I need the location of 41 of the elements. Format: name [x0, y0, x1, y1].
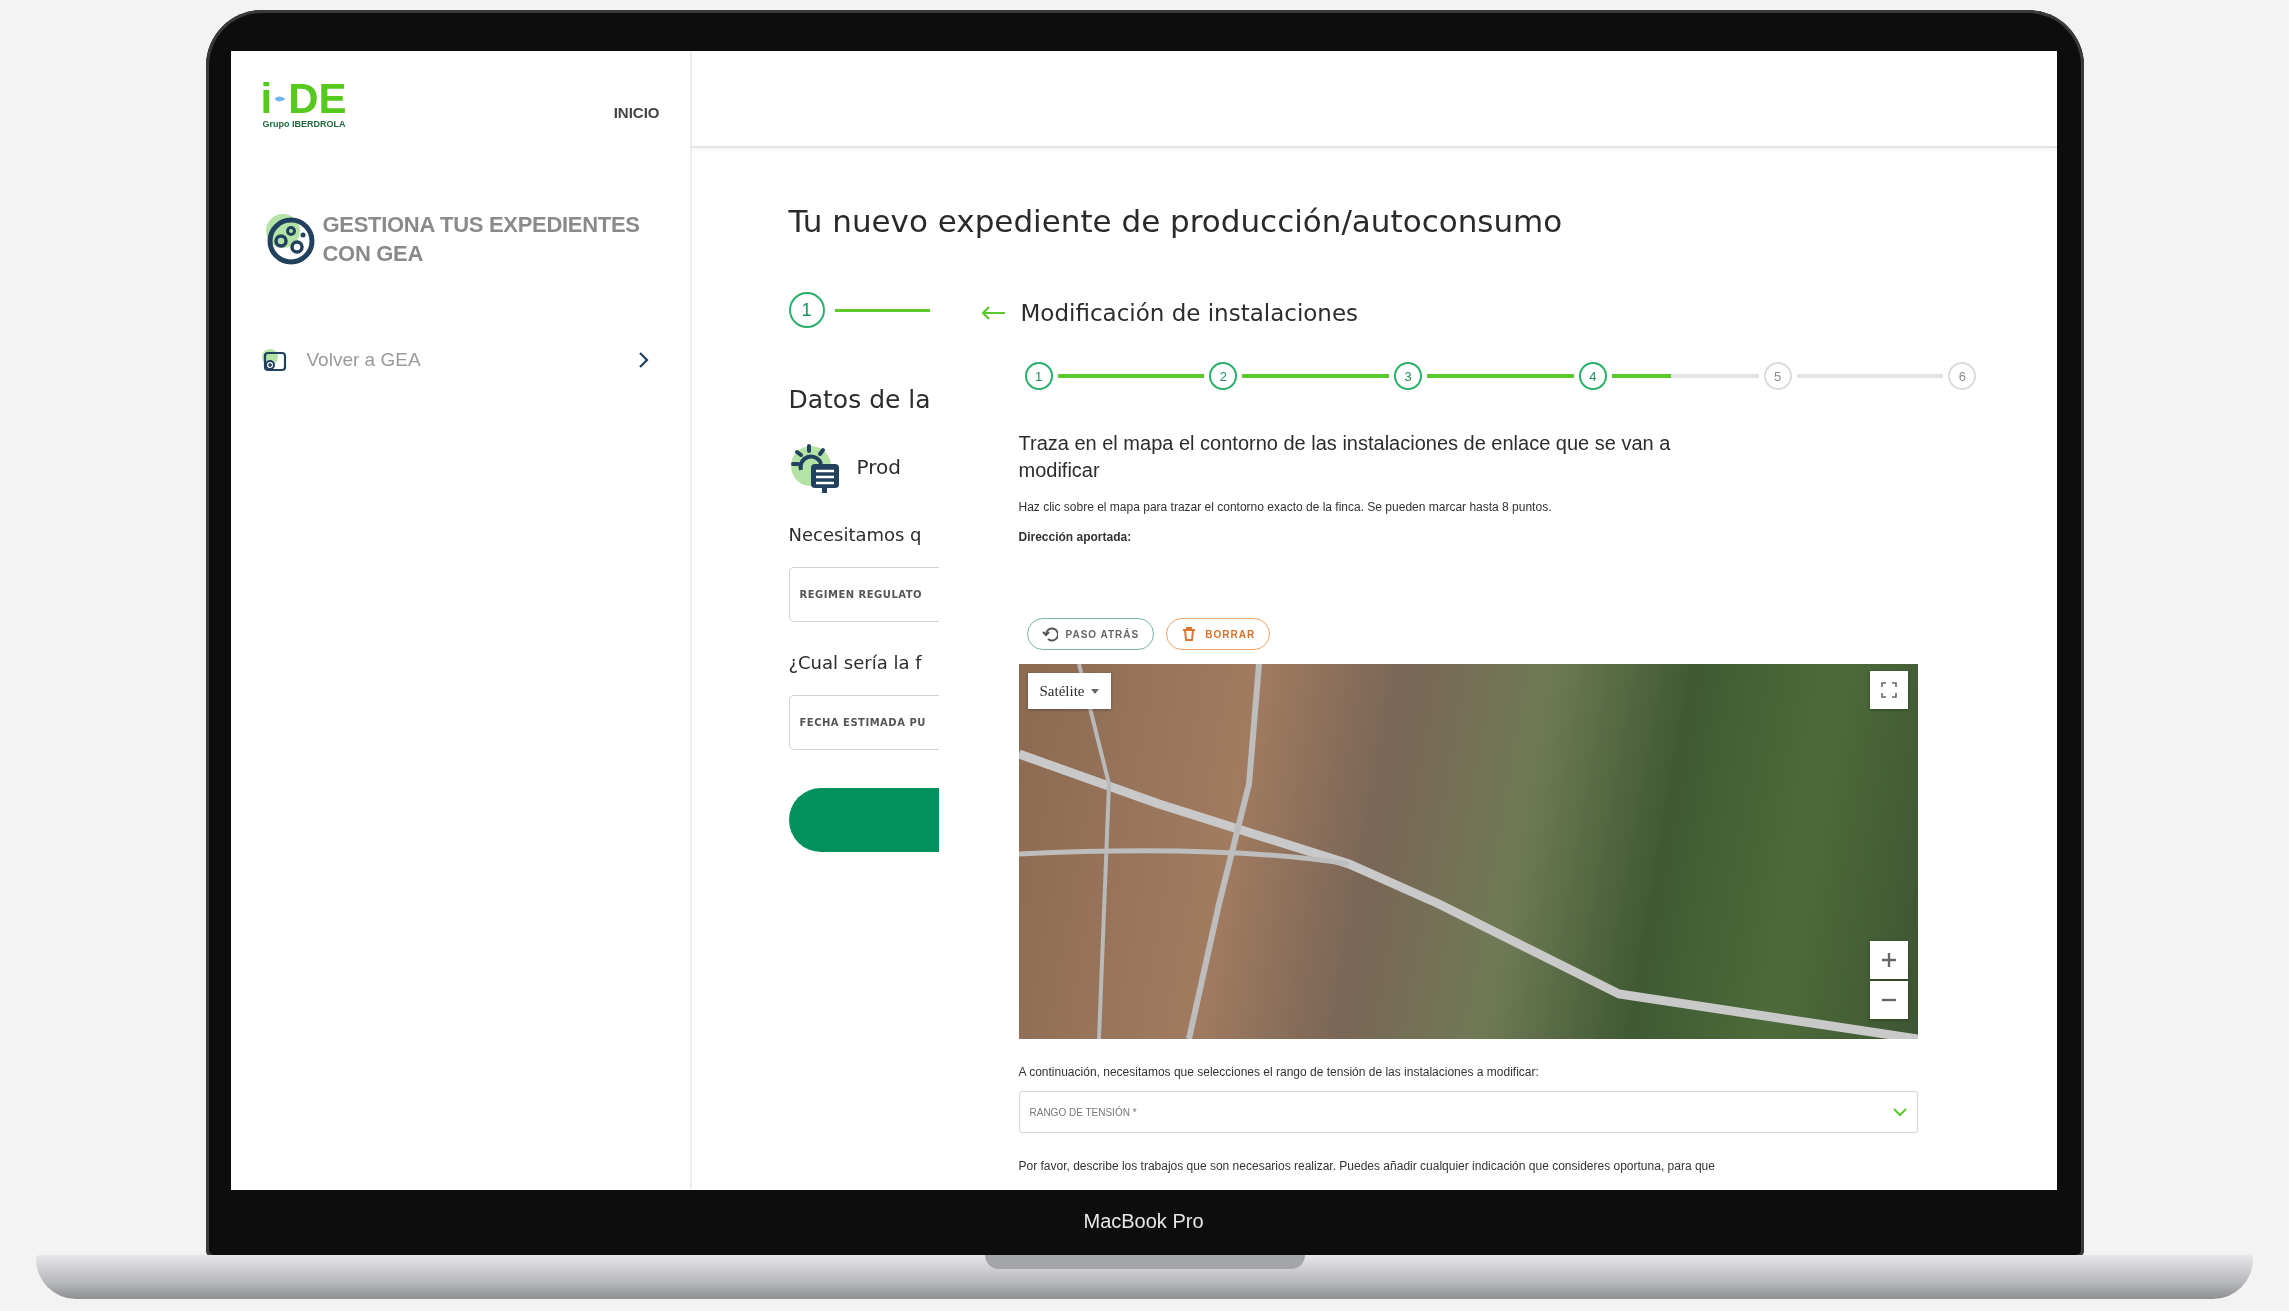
home-link[interactable]: INICIO: [613, 104, 660, 121]
section-title: GESTIONA TUS EXPEDIENTES CON GEA: [322, 211, 641, 268]
step-indicator: 5: [1763, 362, 1792, 390]
input-field[interactable]: FECHA ESTIMADA PU: [788, 695, 939, 750]
step-indicator: 6: [1948, 362, 1977, 390]
caret-icon: [1090, 688, 1099, 694]
product-label: Prod: [856, 455, 901, 479]
back-arrow-icon: [980, 306, 1007, 320]
action-button[interactable]: [788, 788, 939, 852]
step-indicator: 2: [1209, 362, 1238, 390]
hint-text: Haz clic sobre el mapa para trazar el contorno exacto de la finca. Se pueden marcar hasta 8 puntos.: [1018, 500, 1553, 514]
step-indicator: 1: [1024, 362, 1053, 390]
address-label: Dirección aportada:: [1018, 530, 1133, 544]
fullscreen-button[interactable]: [1869, 671, 1908, 709]
description-text: Por favor, describe los trabajos que son necesarios realizar. Puedes añadir cualquier indicación que consideres oportuna, para que: [1018, 1159, 1716, 1173]
zoom-out-button[interactable]: [1869, 981, 1908, 1019]
chevron-right-icon: [636, 351, 650, 369]
question-text: Necesitamos q: [788, 524, 923, 545]
device-label: MacBook Pro: [1082, 1210, 1205, 1233]
input-field[interactable]: REGIMEN REGULATO: [788, 567, 939, 622]
chevron-down-icon: [1892, 1107, 1907, 1117]
step-indicator: 1: [788, 292, 825, 328]
trash-icon: [1181, 626, 1198, 642]
undo-button[interactable]: PASO ATRÁS: [1026, 618, 1155, 650]
section-title: Datos de la: [788, 385, 932, 414]
step-indicator: 4: [1578, 362, 1607, 390]
undo-icon: [1041, 626, 1058, 642]
page-title: Tu nuevo expediente de producción/autoconsumo: [788, 203, 1564, 239]
satellite-map-photo[interactable]: Satélite: [1018, 664, 1918, 1039]
voltage-select[interactable]: RANGO DE TENSIÓN *: [1018, 1091, 1918, 1133]
instruction-heading: Traza en el mapa el contorno de las instalaciones de enlace que se van a modificar: [1018, 431, 1672, 483]
fullscreen-icon: [1880, 682, 1897, 698]
folder-icon: [260, 348, 287, 372]
zoom-in-button[interactable]: [1869, 941, 1908, 979]
panel-title: Modificación de instalaciones: [1020, 300, 1359, 326]
step-indicator: 3: [1394, 362, 1423, 390]
prompt-text: A continuación, necesitamos que selecciones el rango de tensión de las instalaciones a modificar:: [1018, 1065, 1540, 1079]
logo[interactable]: i DE Grupo IBERDROLA: [260, 79, 347, 129]
map-type-dropdown[interactable]: Satélite: [1027, 673, 1111, 709]
plus-icon: [1880, 952, 1897, 968]
question-text: ¿Cual sería la f: [788, 652, 923, 673]
